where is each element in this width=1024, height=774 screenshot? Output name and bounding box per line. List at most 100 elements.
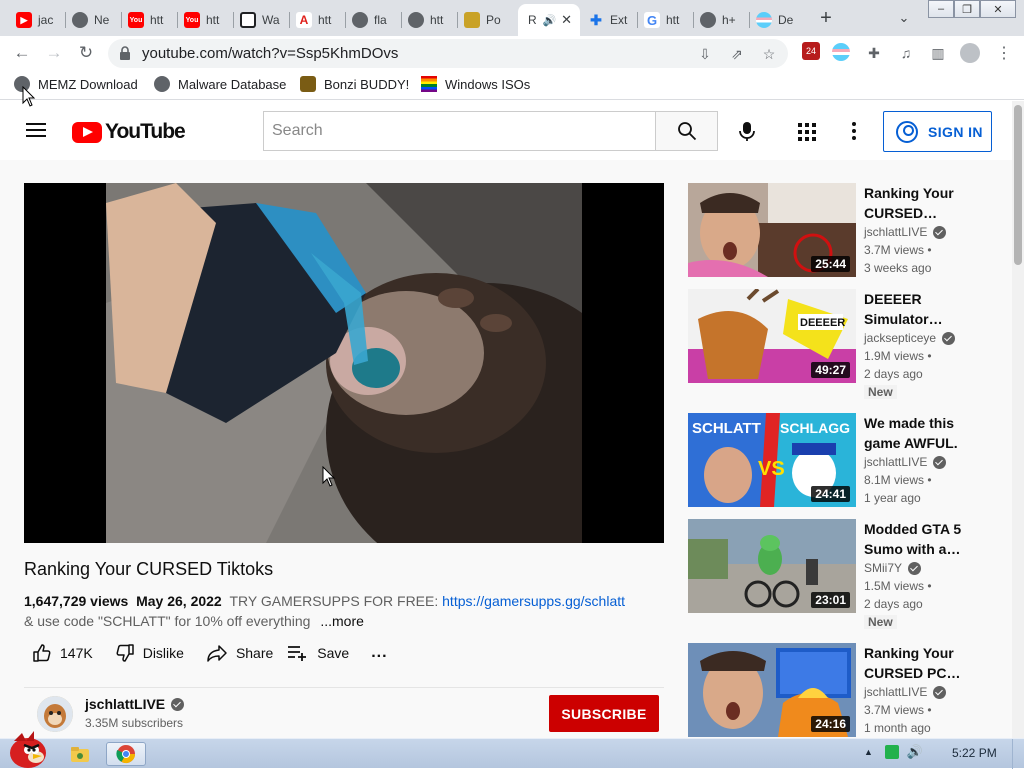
scrollbar-thumb[interactable] [1014, 105, 1022, 265]
speaker-icon[interactable]: 🔊 [543, 14, 557, 27]
recommendation-info: We made this game AWFUL. jschlattLIVE 8.… [864, 413, 984, 507]
tab-label: Wa [262, 13, 280, 27]
recommendation-item[interactable]: DEEEER 49:27 DEEEER Simulator… jacksepti… [688, 289, 998, 399]
bookmark-malware-database[interactable]: Malware Database [154, 76, 286, 92]
description-link[interactable]: https://gamersupps.gg/schlatt [442, 593, 625, 609]
side-panel-icon[interactable]: ▥ [928, 43, 948, 63]
channel-avatar[interactable] [37, 696, 73, 732]
system-clock[interactable]: 5:22 PM [952, 746, 997, 760]
tab-3[interactable]: You htt [122, 4, 178, 36]
show-more-button[interactable]: ...more [320, 613, 364, 629]
show-desktop-button[interactable] [1012, 739, 1024, 769]
subscribe-button[interactable]: SUBSCRIBE [549, 695, 659, 732]
sign-in-button[interactable]: SIGN IN [883, 111, 992, 152]
minimize-button[interactable]: – [928, 0, 954, 18]
close-tab-icon[interactable]: ✕ [561, 12, 572, 28]
recommendation-title[interactable]: We made this game AWFUL. [864, 413, 984, 453]
flag-favicon-icon [756, 12, 772, 28]
video-meta: 1,647,729 views May 26, 2022 TRY GAMERSU… [24, 593, 625, 609]
recommendation-title[interactable]: DEEEER Simulator… [864, 289, 984, 329]
menu-icon[interactable] [26, 123, 46, 137]
microphone-icon[interactable] [736, 120, 758, 142]
recommendation-channel[interactable]: jacksepticeye [864, 329, 936, 347]
tray-expand-icon[interactable]: ▲ [864, 747, 873, 757]
apps-grid-icon[interactable] [798, 123, 816, 141]
network-icon[interactable] [884, 745, 899, 759]
youtube-logo[interactable]: YouTube [72, 120, 186, 144]
taskbar-chrome[interactable] [106, 742, 146, 766]
dislike-button[interactable]: Dislike [115, 643, 184, 663]
tab-7[interactable]: fla [346, 4, 402, 36]
tab-12[interactable]: Ghtt [638, 4, 694, 36]
recommendation-channel[interactable]: jschlattLIVE [864, 453, 927, 471]
bookmark-star-icon[interactable]: ☆ [760, 45, 778, 63]
new-badge: New [864, 385, 897, 399]
share-page-icon[interactable]: ⇗ [728, 45, 746, 63]
video-thumbnail[interactable]: DEEEER 49:27 [688, 289, 856, 383]
channel-name-row[interactable]: jschlattLIVE [85, 696, 185, 712]
tab-14[interactable]: De [750, 4, 806, 36]
back-arrow-icon[interactable]: ← [10, 41, 34, 65]
recommendation-views-row: 3.7M views • [864, 703, 932, 717]
new-tab-button[interactable]: + [814, 6, 838, 30]
recommendation-channel[interactable]: jschlattLIVE [864, 223, 927, 241]
building-favicon-icon [240, 12, 256, 28]
settings-more-icon[interactable] [851, 122, 857, 140]
video-thumbnail[interactable]: 25:44 [688, 183, 856, 277]
thumbs-up-icon [33, 644, 51, 662]
bookmark-windows-isos[interactable]: Windows ISOs [421, 76, 530, 92]
search-button[interactable] [655, 111, 718, 151]
like-button[interactable]: 147K [32, 643, 93, 663]
bookmark-bonzi-buddy[interactable]: Bonzi BUDDY! [300, 76, 409, 92]
speaker-icon[interactable]: 🔊 [907, 745, 923, 759]
tab-13[interactable]: h+ [694, 4, 750, 36]
tab-search-icon[interactable]: ⌄ [894, 8, 914, 28]
recommendation-item[interactable]: 23:01 Modded GTA 5 Sumo with a… SMii7Y 1… [688, 519, 998, 629]
video-player[interactable] [24, 183, 664, 543]
reload-icon[interactable]: ↻ [74, 41, 98, 65]
more-actions-button[interactable]: ... [371, 644, 387, 662]
extensions-puzzle-icon[interactable]: ✚ [864, 43, 884, 63]
save-button[interactable]: Save [287, 643, 349, 663]
address-bar[interactable]: youtube.com/watch?v=Ssp5KhmDOvs ⇩ ⇗ ☆ [108, 39, 788, 68]
subscriber-count: 3.35M subscribers [85, 716, 184, 730]
recommendation-title[interactable]: Ranking Your CURSED PC… [864, 643, 984, 683]
recommendation-title[interactable]: Ranking Your CURSED… [864, 183, 984, 223]
search-input[interactable]: Search [263, 111, 656, 151]
close-window-button[interactable]: ✕ [980, 0, 1016, 18]
tab-9[interactable]: Po [458, 4, 514, 36]
chrome-menu-icon[interactable]: ⋮ [994, 43, 1014, 63]
tab-active[interactable]: R 🔊 ✕ [518, 4, 580, 36]
flag-extension-icon[interactable] [832, 43, 850, 61]
forward-arrow-icon[interactable]: → [42, 41, 66, 65]
start-button[interactable] [4, 731, 48, 769]
tab-4[interactable]: You htt [178, 4, 234, 36]
maximize-button[interactable]: ❐ [954, 0, 980, 18]
media-control-icon[interactable]: ♫ [896, 43, 916, 63]
video-thumbnail[interactable]: SCHLATT SCHLAGG VS 24:41 [688, 413, 856, 507]
install-app-icon[interactable]: ⇩ [696, 45, 714, 63]
tab-2[interactable]: Ne [66, 4, 122, 36]
extension-badge-icon[interactable]: 24 [802, 42, 820, 60]
recommendation-item[interactable]: 24:16 Ranking Your CURSED PC… jschlattLI… [688, 643, 998, 737]
tab-label: h+ [722, 13, 736, 27]
recommendation-channel[interactable]: SMii7Y [864, 559, 902, 577]
profile-avatar-icon[interactable] [960, 43, 980, 63]
recommendation-channel[interactable]: jschlattLIVE [864, 683, 927, 701]
tab-5[interactable]: Wa [234, 4, 290, 36]
recommendation-title[interactable]: Modded GTA 5 Sumo with a… [864, 519, 984, 559]
recommendation-item[interactable]: 25:44 Ranking Your CURSED… jschlattLIVE … [688, 183, 998, 277]
recommendation-item[interactable]: SCHLATT SCHLAGG VS 24:41 We made this game… [688, 413, 998, 507]
tab-8[interactable]: htt [402, 4, 458, 36]
recommendation-views: 8.1M views [864, 473, 925, 487]
verified-icon [908, 561, 922, 575]
share-button[interactable]: Share [206, 643, 273, 663]
taskbar-explorer[interactable] [60, 742, 100, 766]
video-frame [106, 183, 582, 543]
video-thumbnail[interactable]: 23:01 [688, 519, 856, 613]
video-thumbnail[interactable]: 24:16 [688, 643, 856, 737]
tab-11[interactable]: ✚ Ext [582, 4, 638, 36]
page-scrollbar[interactable] [1012, 101, 1024, 738]
tab-1[interactable]: ▶ jac [10, 4, 66, 36]
tab-6[interactable]: Ahtt [290, 4, 346, 36]
